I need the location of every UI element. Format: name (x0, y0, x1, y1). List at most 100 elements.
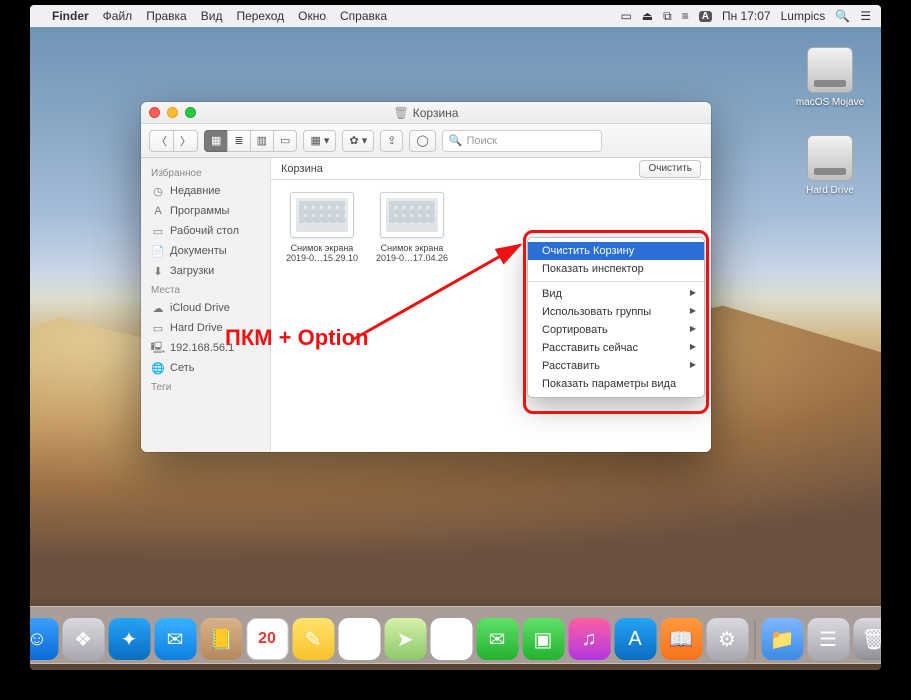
desktop-drive-hdd[interactable]: Hard Drive (795, 135, 865, 196)
ctx-empty-trash[interactable]: Очистить Корзину (528, 242, 704, 260)
desktop-drive-macos[interactable]: macOS Mojave (795, 47, 865, 108)
ctx-view-options[interactable]: Показать параметры вида (528, 375, 704, 393)
ctx-show-inspector[interactable]: Показать инспектор (528, 260, 704, 278)
sidebar-item-network-ip[interactable]: 🖳192.168.56.1 (141, 338, 270, 358)
dock-itunes[interactable]: ♫ (568, 618, 610, 660)
dock-books[interactable]: 📖 (660, 618, 702, 660)
search-placeholder: Поиск (466, 135, 496, 147)
dock-messages[interactable]: ✉ (476, 618, 518, 660)
menubar-datetime[interactable]: Пн 17:07 (722, 9, 771, 23)
toolbar: 〈 〉 ▦ ≣ ▥ ▭ ▦ ▾ ✿ ▾ ⇪ ◯ 🔍 Поиск (141, 124, 711, 158)
dock-reminders[interactable]: ☑ (338, 618, 380, 660)
dock-facetime[interactable]: ▣ (522, 618, 564, 660)
sidebar-item-label: iCloud Drive (170, 302, 230, 314)
ctx-separator (528, 281, 704, 282)
sidebar-item-desktop[interactable]: ▭ Рабочий стол (141, 221, 270, 241)
sidebar-item-label: Программы (170, 205, 229, 217)
menubar-airplay-icon[interactable]: ⧉ (663, 9, 672, 24)
menu-go[interactable]: Переход (236, 9, 284, 23)
sidebar-item-downloads[interactable]: ⬇ Загрузки (141, 261, 270, 281)
content-title: Корзина (281, 163, 323, 175)
share-button[interactable]: ⇪ (380, 130, 403, 152)
sidebar-item-documents[interactable]: 📄Документы (141, 241, 270, 261)
dock-trash[interactable]: 🗑 (853, 618, 881, 660)
file-item[interactable]: Снимок экрана 2019-0…17.04.26 (375, 192, 449, 263)
globe-icon: 🌐 (151, 361, 165, 375)
tags-button[interactable]: ◯ (409, 130, 435, 152)
dock-folder[interactable]: 📁 (761, 618, 803, 660)
dock-separator (754, 620, 755, 660)
minimize-button[interactable] (167, 107, 178, 118)
menubar: Finder Файл Правка Вид Переход Окно Спра… (30, 5, 881, 27)
menubar-user[interactable]: Lumpics (781, 9, 826, 23)
file-date: 2019-0…17.04.26 (375, 253, 449, 263)
file-name: Снимок экрана (375, 243, 449, 253)
file-date: 2019-0…15.29.10 (285, 253, 359, 263)
view-gallery-button[interactable]: ▭ (273, 130, 297, 152)
sidebar-item-label: Загрузки (170, 265, 214, 277)
search-icon: 🔍 (449, 134, 463, 147)
menubar-notifications-icon[interactable]: ☰ (860, 9, 871, 23)
document-icon: 📄 (151, 244, 165, 258)
sidebar-item-label: Hard Drive (170, 322, 223, 334)
menu-view[interactable]: Вид (201, 9, 223, 23)
dock-contacts[interactable]: 📒 (200, 618, 242, 660)
dock-notes[interactable]: ✎ (292, 618, 334, 660)
ctx-cleanup[interactable]: Расставить (528, 357, 704, 375)
file-name: Снимок экрана (285, 243, 359, 253)
menubar-disk-icon[interactable]: ▭ (620, 9, 631, 23)
sidebar-item-network[interactable]: 🌐Сеть (141, 358, 270, 378)
server-icon: 🖳 (151, 341, 165, 355)
menubar-eject-icon[interactable]: ⏏ (642, 9, 653, 23)
dock-mail[interactable]: ✉ (154, 618, 196, 660)
dock-calendar[interactable]: 20 (246, 618, 288, 660)
download-icon: ⬇ (151, 264, 165, 278)
search-input[interactable]: 🔍 Поиск (442, 130, 602, 152)
dock-appstore[interactable]: A (614, 618, 656, 660)
ctx-use-groups[interactable]: Использовать группы (528, 303, 704, 321)
menubar-app-name[interactable]: Finder (52, 9, 89, 23)
dock-maps[interactable]: ➤ (384, 618, 426, 660)
dock-safari[interactable]: ✦ (108, 618, 150, 660)
nav-back-forward: 〈 〉 (149, 130, 198, 152)
menu-help[interactable]: Справка (340, 9, 387, 23)
finder-sidebar: Избранное ◷Недавние AПрограммы ▭Рабочий … (141, 158, 271, 452)
ctx-sort[interactable]: Сортировать (528, 321, 704, 339)
menu-window[interactable]: Окно (298, 9, 326, 23)
desktop-icon: ▭ (151, 224, 165, 238)
empty-trash-button[interactable]: Очистить (639, 160, 701, 178)
sidebar-item-apps[interactable]: AПрограммы (141, 201, 270, 221)
dock-launchpad[interactable]: ❖ (62, 618, 104, 660)
arrange-button[interactable]: ▦ ▾ (303, 130, 336, 152)
desktop-icon-label: macOS Mojave (795, 97, 865, 108)
sidebar-item-recents[interactable]: ◷Недавние (141, 181, 270, 201)
back-button[interactable]: 〈 (149, 130, 174, 152)
action-button[interactable]: ✿ ▾ (342, 130, 374, 152)
hd-icon: ▭ (151, 321, 165, 335)
clock-icon: ◷ (151, 184, 165, 198)
file-thumbnail (380, 192, 444, 238)
file-item[interactable]: Снимок экрана 2019-0…15.29.10 (285, 192, 359, 263)
zoom-button[interactable] (185, 107, 196, 118)
dock-finder[interactable]: ☺ (30, 618, 58, 660)
sidebar-item-label: Рабочий стол (170, 225, 239, 237)
ctx-cleanup-now[interactable]: Расставить сейчас (528, 339, 704, 357)
view-list-button[interactable]: ≣ (227, 130, 250, 152)
dock-photos[interactable]: ✿ (430, 618, 472, 660)
window-titlebar[interactable]: 🗑 Корзина (141, 102, 711, 124)
sidebar-item-harddrive[interactable]: ▭ Hard Drive (141, 318, 270, 338)
menubar-extra-icon[interactable]: ≡ (682, 9, 689, 23)
close-button[interactable] (149, 107, 160, 118)
menu-file[interactable]: Файл (103, 9, 133, 23)
menu-edit[interactable]: Правка (146, 9, 187, 23)
dock-prefs[interactable]: ⚙ (706, 618, 748, 660)
view-icons-button[interactable]: ▦ (204, 130, 228, 152)
menubar-spotlight-icon[interactable]: 🔍 (835, 9, 850, 23)
cloud-icon: ☁ (151, 301, 165, 315)
sidebar-item-icloud[interactable]: ☁ iCloud Drive (141, 298, 270, 318)
forward-button[interactable]: 〉 (173, 130, 198, 152)
dock-multitouch[interactable]: ☰ (807, 618, 849, 660)
ctx-view[interactable]: Вид (528, 285, 704, 303)
menubar-lang-badge[interactable]: A (699, 11, 712, 22)
view-columns-button[interactable]: ▥ (250, 130, 274, 152)
